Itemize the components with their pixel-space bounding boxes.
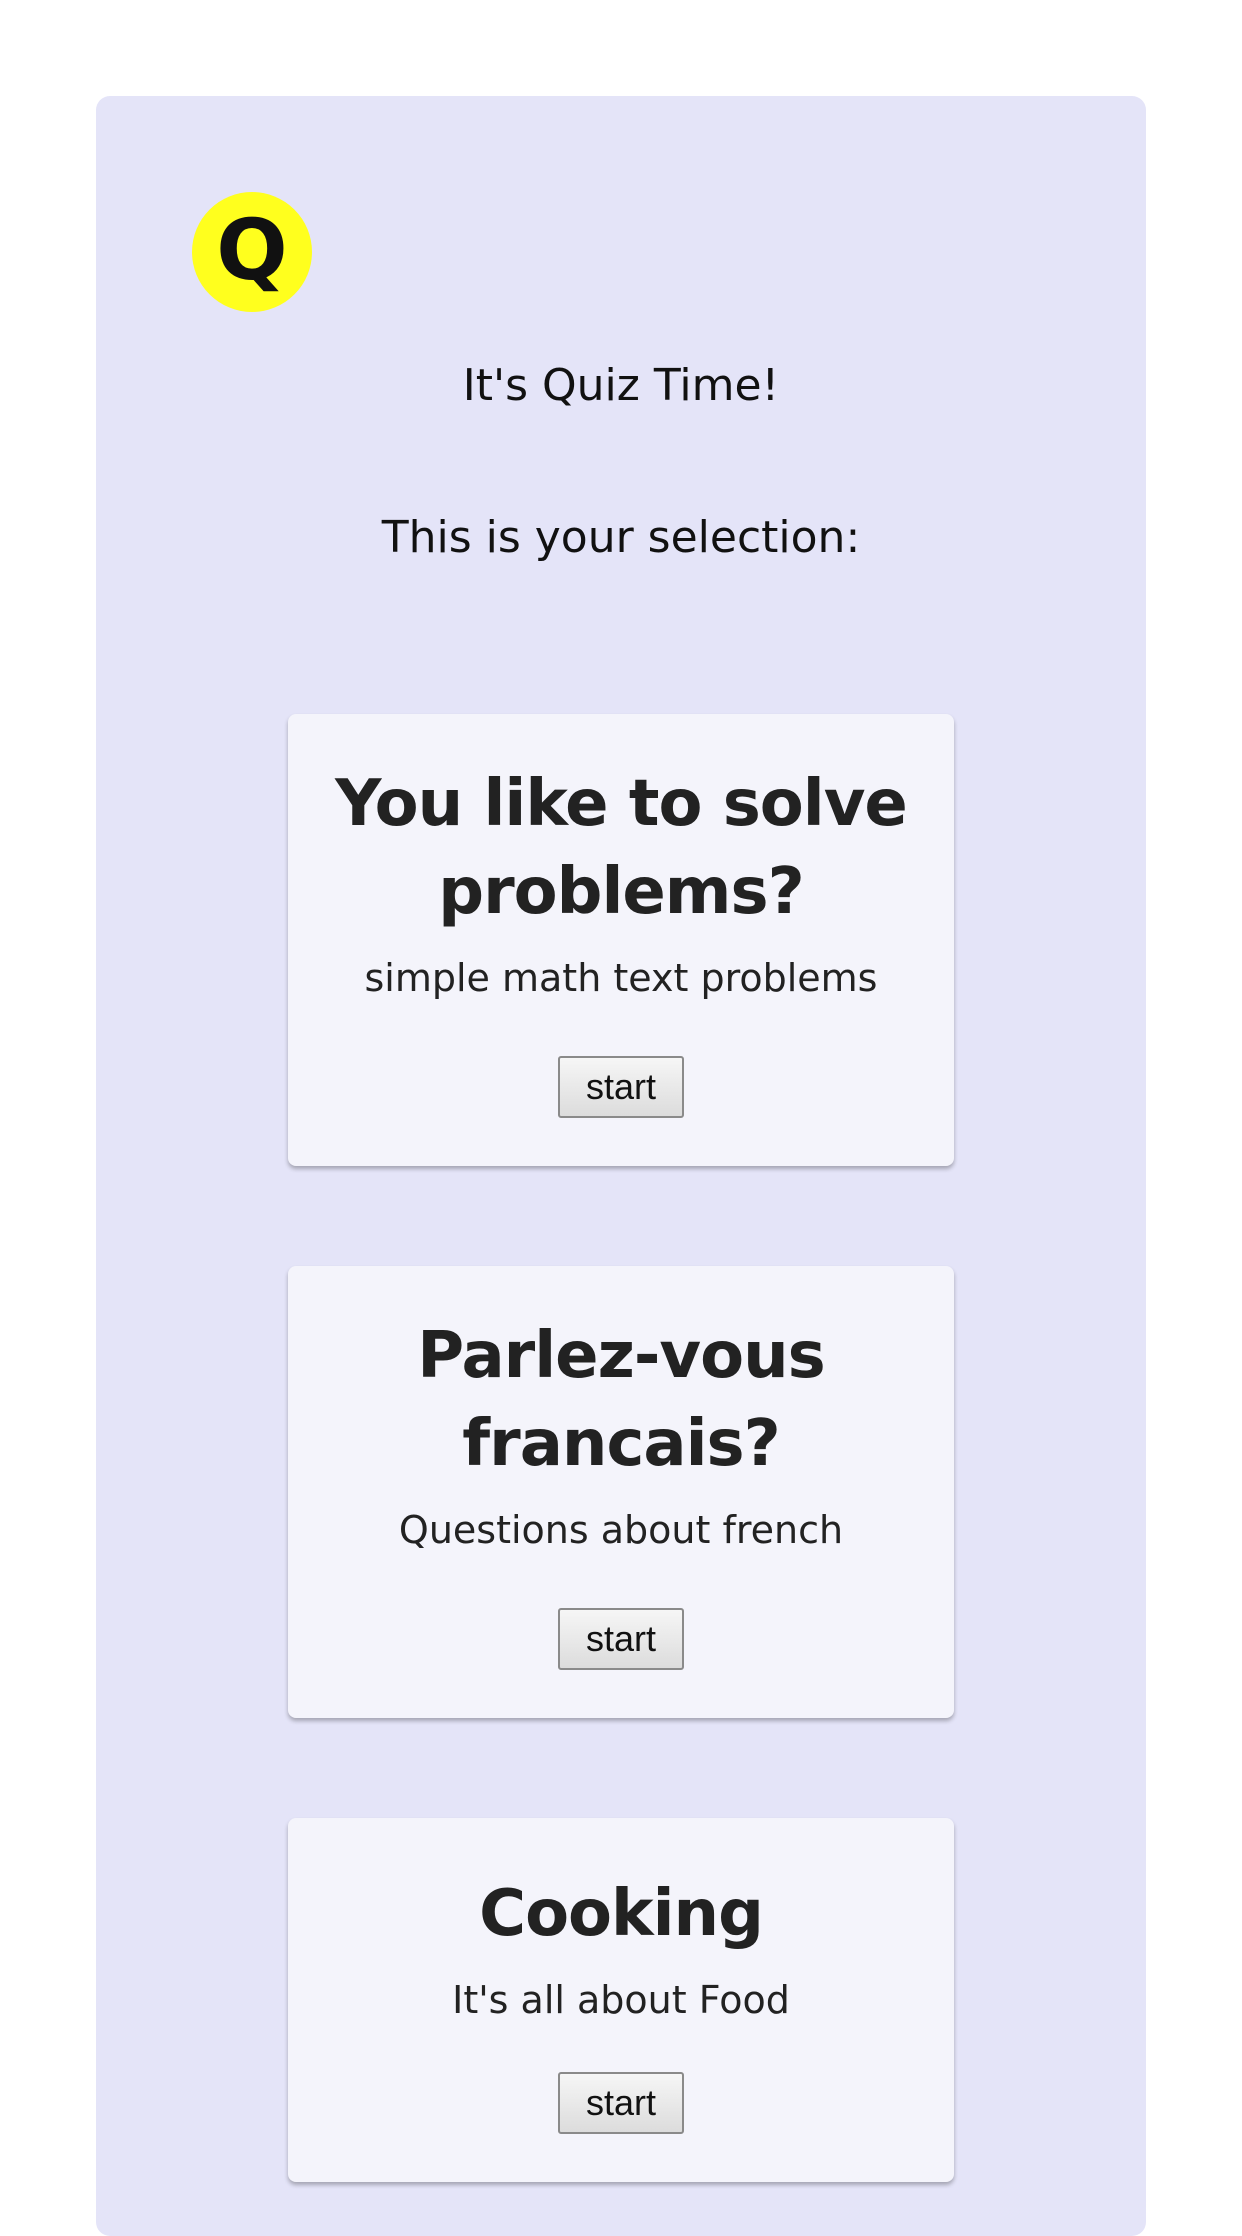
quiz-card-description: It's all about Food — [452, 1978, 790, 2022]
quiz-card-description: Questions about french — [398, 1508, 844, 1552]
page-title: It's Quiz Time! — [462, 360, 780, 411]
start-button-cooking[interactable]: start — [558, 2072, 684, 2134]
quiz-card-title: You like to solve problems? — [335, 767, 908, 929]
quiz-card-french: Parlez-vous francais? Questions about fr… — [288, 1266, 954, 1718]
quiz-card-math: You like to solve problems? simple math … — [288, 714, 954, 1166]
start-button-math[interactable]: start — [558, 1056, 684, 1118]
quiz-logo-icon: Q — [192, 192, 312, 312]
start-button-french[interactable]: start — [558, 1608, 684, 1670]
quiz-card-description: simple math text problems — [364, 956, 878, 1000]
quiz-card-cooking: Cooking It's all about Food start — [288, 1818, 954, 2182]
logo-letter: Q — [216, 201, 288, 299]
selection-label: This is your selection: — [381, 512, 861, 563]
app-panel: Q It's Quiz Time! This is your selection… — [96, 96, 1146, 2236]
quiz-card-title: Parlez-vous francais? — [417, 1319, 825, 1481]
quiz-card-title: Cooking — [479, 1877, 764, 1951]
